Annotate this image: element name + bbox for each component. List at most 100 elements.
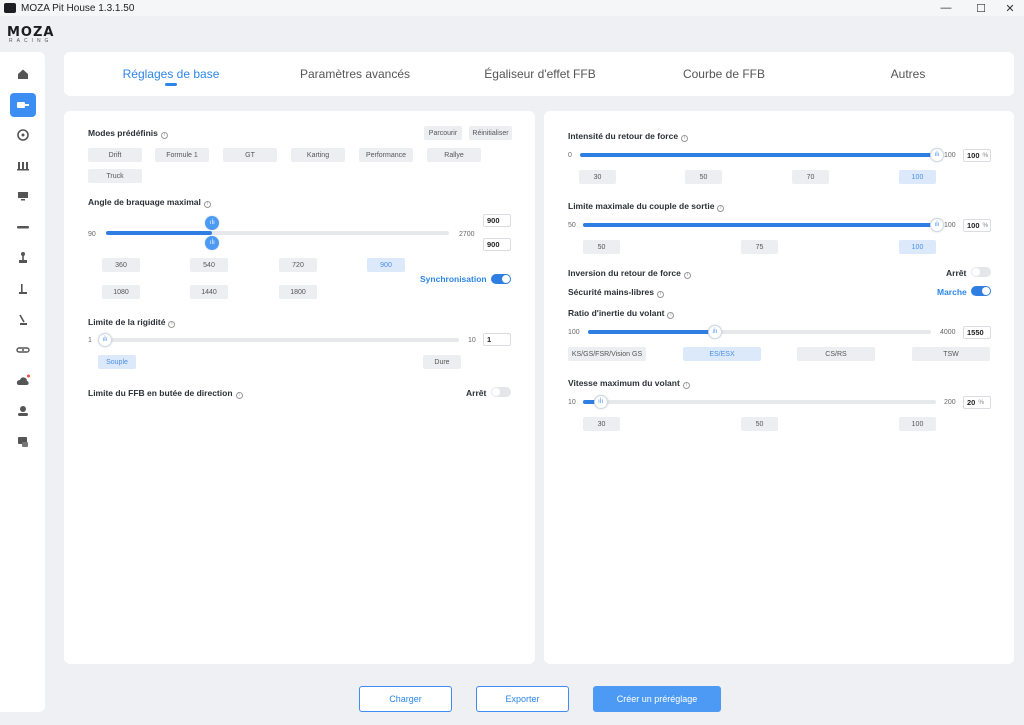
torque-limit-slider[interactable]: ıİı xyxy=(583,218,944,232)
inertia-preset-cs-rs[interactable]: CS/RS xyxy=(797,347,875,361)
dashboard-icon xyxy=(18,192,28,201)
tab-basic-settings[interactable]: Réglages de base xyxy=(112,67,230,81)
handbrake-icon xyxy=(19,284,27,294)
sidebar-item-wheelbase[interactable] xyxy=(10,93,36,117)
stiffness-label: Limite de la rigidité i xyxy=(88,317,176,328)
torque-max: 100 xyxy=(944,222,956,229)
inertia-knob[interactable]: ıİı xyxy=(707,325,722,339)
sidebar-item-account[interactable] xyxy=(10,399,36,423)
angle-preset-900[interactable]: 900 xyxy=(367,258,405,272)
ffb-reverse-label: Inversion du retour de force i xyxy=(568,268,691,279)
mode-gt[interactable]: GT xyxy=(223,148,277,162)
steering-value-input-2[interactable]: 900 xyxy=(483,238,511,251)
tab-advanced-settings[interactable]: Paramètres avancés xyxy=(280,67,430,81)
ffb-intensity-knob[interactable]: ıİı xyxy=(930,148,944,162)
mode-rally[interactable]: Rallye xyxy=(427,148,481,162)
sidebar-item-shifter[interactable] xyxy=(10,246,36,270)
speed-value-input[interactable]: 20% xyxy=(963,396,991,409)
close-button[interactable]: ✕ xyxy=(992,0,1024,16)
angle-preset-1800[interactable]: 1800 xyxy=(279,285,317,299)
steering-angle-slider[interactable]: ıİı ıİı xyxy=(106,216,449,250)
mode-performance[interactable]: Performance xyxy=(359,148,413,162)
speed-min: 10 xyxy=(568,399,576,406)
sidebar-item-home[interactable] xyxy=(10,62,36,86)
handsoff-toggle[interactable] xyxy=(971,286,991,296)
minimize-button[interactable]: — xyxy=(928,0,964,16)
mode-formula-1[interactable]: Formule 1 xyxy=(155,148,209,162)
create-preset-button[interactable]: Créer un préréglage xyxy=(593,686,721,712)
torque-value-input[interactable]: 100% xyxy=(963,219,991,232)
sidebar-item-feedback[interactable] xyxy=(10,430,36,454)
sync-toggle[interactable] xyxy=(491,274,511,284)
ffb-intensity-slider[interactable]: ıİı xyxy=(580,148,944,162)
stiffness-knob[interactable]: ıİı xyxy=(98,333,112,347)
angle-preset-1440[interactable]: 1440 xyxy=(190,285,228,299)
angle-preset-1080[interactable]: 1080 xyxy=(102,285,140,299)
torque-preset-75[interactable]: 75 xyxy=(741,240,778,254)
speed-preset-30[interactable]: 30 xyxy=(583,417,620,431)
info-icon: i xyxy=(717,205,725,212)
sidebar-item-universal-hub[interactable] xyxy=(10,338,36,362)
ffb-value-input[interactable]: 100% xyxy=(963,149,991,162)
angle-preset-540[interactable]: 540 xyxy=(190,258,228,272)
stiffness-value-input[interactable]: 1 xyxy=(483,333,511,346)
ffb-min: 0 xyxy=(568,152,572,159)
hub-icon xyxy=(16,347,30,353)
inertia-preset-tsw[interactable]: TSW xyxy=(912,347,990,361)
sidebar-item-cloud[interactable] xyxy=(10,369,36,393)
inertia-value-input[interactable]: 1550 xyxy=(963,326,991,339)
mode-karting[interactable]: Karting xyxy=(291,148,345,162)
angle-preset-720[interactable]: 720 xyxy=(279,258,317,272)
torque-preset-50[interactable]: 50 xyxy=(583,240,620,254)
tab-ffb-equalizer[interactable]: Égaliseur d'effet FFB xyxy=(470,67,610,81)
stiffness-slider[interactable]: ıİı xyxy=(98,333,459,347)
speed-preset-50[interactable]: 50 xyxy=(741,417,778,431)
wheel-speed-knob[interactable]: ıİı xyxy=(593,395,608,409)
ffb-preset-30[interactable]: 30 xyxy=(579,170,616,184)
inertia-preset-ks-gs[interactable]: KS/GS/FSR/Vision GS xyxy=(568,347,646,361)
torque-preset-100[interactable]: 100 xyxy=(899,240,936,254)
endstop-toggle[interactable] xyxy=(491,387,511,397)
mode-truck[interactable]: Truck xyxy=(88,169,142,183)
sidebar-item-steering-wheel[interactable] xyxy=(10,123,36,147)
title-bar: MOZA Pit House 1.3.1.50 — ☐ ✕ xyxy=(0,0,1024,16)
ffb-preset-100[interactable]: 100 xyxy=(899,170,936,184)
wheel-speed-slider[interactable]: ıİı xyxy=(583,395,936,409)
sidebar-item-pedals[interactable] xyxy=(10,154,36,178)
browse-button[interactable]: Parcourir xyxy=(424,126,462,140)
load-button[interactable]: Charger xyxy=(359,686,452,712)
stiffness-soft[interactable]: Souple xyxy=(98,355,136,369)
info-icon: i xyxy=(656,291,664,298)
torque-limit-label: Limite maximale du couple de sortie i xyxy=(568,201,725,212)
stiffness-hard[interactable]: Dure xyxy=(423,355,461,369)
steering-angle-label: Angle de braquage maximal i xyxy=(88,197,211,208)
torque-limit-knob[interactable]: ıİı xyxy=(930,218,944,232)
sidebar-item-dashboard[interactable] xyxy=(10,184,36,208)
ffb-max: 100 xyxy=(944,152,956,159)
inertia-slider[interactable]: ıİı xyxy=(588,325,931,339)
steering-max: 2700 xyxy=(459,231,475,238)
ffb-preset-70[interactable]: 70 xyxy=(792,170,829,184)
inertia-preset-es-esx[interactable]: ES/ESX xyxy=(683,347,761,361)
angle-preset-360[interactable]: 360 xyxy=(102,258,140,272)
sidebar-item-sequential-shifter[interactable] xyxy=(10,308,36,332)
tab-others[interactable]: Autres xyxy=(868,67,948,81)
mode-drift[interactable]: Drift xyxy=(88,148,142,162)
sidebar-item-led-bar[interactable] xyxy=(10,215,36,239)
ffb-reverse-toggle[interactable] xyxy=(971,267,991,277)
moza-logo: MOZA RACING xyxy=(7,26,77,45)
info-icon: i xyxy=(681,135,689,142)
wheel-speed-label: Vitesse maximum du volant i xyxy=(568,378,690,389)
info-icon: i xyxy=(235,392,243,399)
app-icon xyxy=(4,3,16,13)
ffb-reverse-state: Arrêt xyxy=(946,268,967,278)
sidebar-item-handbrake[interactable] xyxy=(10,277,36,301)
reset-button[interactable]: Réinitialiser xyxy=(469,126,512,140)
steering-value-input-1[interactable]: 900 xyxy=(483,214,511,227)
export-button[interactable]: Exporter xyxy=(476,686,569,712)
speed-preset-100[interactable]: 100 xyxy=(899,417,936,431)
ffb-preset-50[interactable]: 50 xyxy=(685,170,722,184)
preset-modes-label: Modes prédéfinis i xyxy=(88,128,168,139)
tab-ffb-curve[interactable]: Courbe de FFB xyxy=(664,67,784,81)
info-icon: i xyxy=(203,201,211,208)
